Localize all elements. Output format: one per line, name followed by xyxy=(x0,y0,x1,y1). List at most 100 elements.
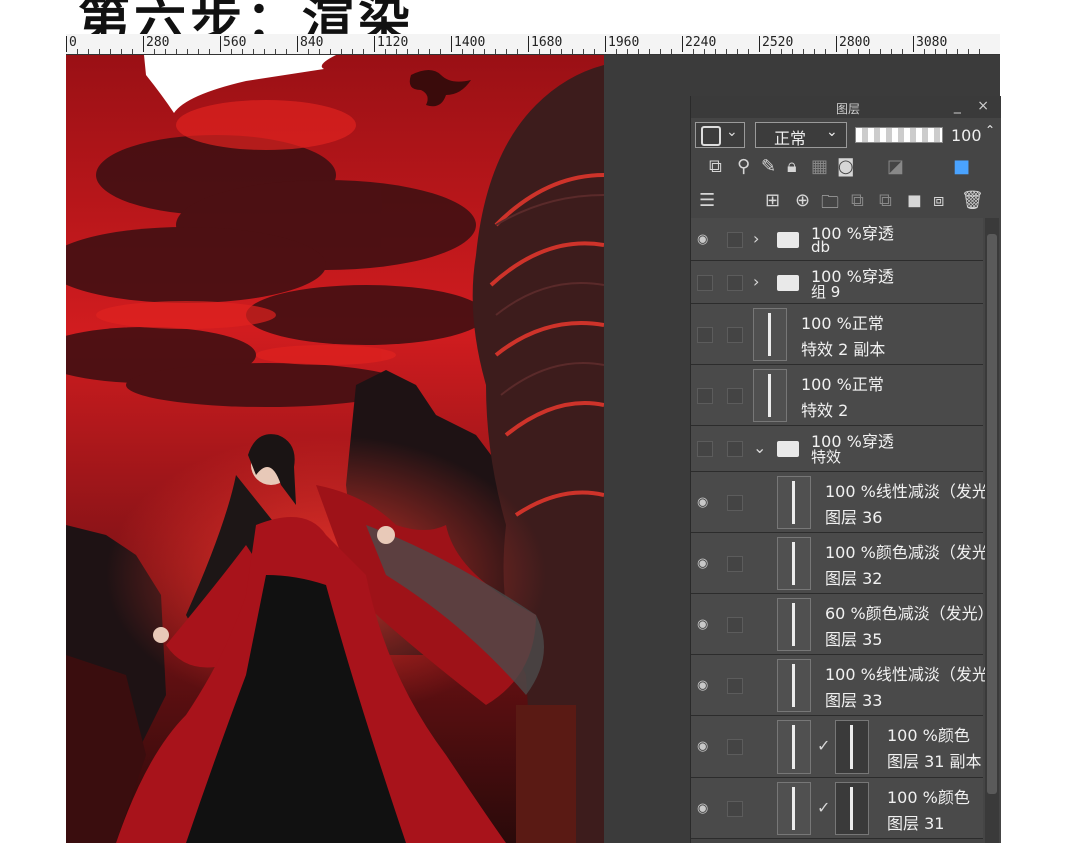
apply-mask-icon[interactable]: ⧈ xyxy=(933,190,944,211)
visibility-toggle-off[interactable] xyxy=(697,274,713,291)
layer-row[interactable]: › 100 %穿透组 9 xyxy=(691,261,983,304)
ruler-minor-tick xyxy=(396,49,397,54)
layer-thumbnail xyxy=(777,720,811,774)
layer-color-select[interactable]: ⌄ xyxy=(695,122,745,148)
ruler-minor-tick xyxy=(121,49,122,54)
layer-opacity-mode: 100 %线性减淡（发光 xyxy=(825,478,988,502)
layer-panel-titlebar[interactable]: 图层 _ × xyxy=(691,96,1001,118)
visibility-toggle-off[interactable] xyxy=(697,326,713,343)
ruler-minor-tick xyxy=(561,49,562,54)
chevron-right-icon[interactable]: › xyxy=(753,272,759,291)
ruler-minor-tick xyxy=(495,49,496,54)
layer-row[interactable]: ◉ 100 %线性减淡（发光 图层 33 xyxy=(691,655,988,716)
layer-thumbnail xyxy=(777,598,811,651)
ruler-minor-tick xyxy=(891,49,892,54)
layer-name: 图层 33 xyxy=(825,691,883,710)
layer-lock-toggle[interactable] xyxy=(727,494,743,511)
layer-thumbnail xyxy=(777,782,811,835)
ruler-minor-tick xyxy=(550,49,551,54)
delete-layer-icon[interactable]: 🗑︎ xyxy=(961,190,984,211)
ruler-minor-tick xyxy=(803,49,804,54)
ruler-minor-tick xyxy=(429,49,430,54)
layer-lock-toggle[interactable] xyxy=(727,441,743,457)
eye-icon[interactable]: ◉ xyxy=(697,232,715,247)
opacity-value: 100 xyxy=(951,126,982,145)
mask-link-check-icon[interactable]: ✓ xyxy=(817,736,830,755)
layer-opacity: 60 xyxy=(825,604,846,623)
layer-lock-toggle[interactable] xyxy=(727,739,743,755)
layer-lock-toggle[interactable] xyxy=(727,555,743,572)
ruler-minor-tick xyxy=(319,49,320,54)
layer-list-scrollbar[interactable] xyxy=(985,218,999,843)
reference-layer-icon[interactable]: ⚲ xyxy=(737,156,750,177)
transfer-down-icon[interactable]: ⧉ xyxy=(851,190,864,211)
layer-color-swatch-icon[interactable]: ■ xyxy=(953,156,970,177)
eye-icon[interactable]: ◉ xyxy=(697,801,715,816)
window-controls[interactable]: _ × xyxy=(954,98,995,114)
layer-name: 特效 2 xyxy=(801,401,849,420)
draft-layer-icon[interactable]: ✎ xyxy=(761,156,776,177)
chevron-down-icon[interactable]: ⌄ xyxy=(753,438,766,457)
layer-row[interactable]: ◉ › 100 %穿透 db xyxy=(691,218,983,261)
layer-lock-toggle[interactable] xyxy=(727,274,743,291)
layer-name: 图层 35 xyxy=(825,630,883,649)
merge-down-icon[interactable]: ⧉ xyxy=(879,190,892,211)
opacity-field[interactable]: 100 ⌃ xyxy=(945,123,997,147)
blend-mode-select[interactable]: 正常 ⌄ xyxy=(755,122,847,148)
layer-row[interactable]: 100 %正常 特效 2 副本 xyxy=(691,304,983,365)
new-folder-icon[interactable]: 🗀 xyxy=(821,190,839,220)
layer-row[interactable]: ⌄ 100 %穿透 特效 xyxy=(691,426,983,472)
palette-color-icon[interactable]: ◪ xyxy=(887,156,904,177)
opacity-slider[interactable] xyxy=(855,127,943,143)
layer-lock-toggle[interactable] xyxy=(727,387,743,404)
artwork-canvas[interactable] xyxy=(66,55,604,843)
layer-lock-toggle[interactable] xyxy=(727,616,743,633)
layer-lock-toggle[interactable] xyxy=(727,231,743,248)
eye-icon[interactable]: ◉ xyxy=(697,678,715,693)
ruler-minor-tick xyxy=(330,49,331,54)
layer-blend-mode: %穿透 xyxy=(846,267,894,286)
layer-lock-toggle[interactable] xyxy=(727,677,743,694)
eye-icon[interactable]: ◉ xyxy=(697,617,715,632)
mask-mode-icon[interactable]: ◙ xyxy=(837,156,854,177)
layer-opacity-mode: 100 %颜色 xyxy=(887,784,970,808)
ruler-minor-tick xyxy=(726,49,727,54)
ruler-minor-tick xyxy=(209,49,210,54)
layer-list-icon[interactable]: ☰ xyxy=(699,190,715,211)
lock-transparency-icon[interactable]: ▦ xyxy=(811,156,828,177)
visibility-toggle-off[interactable] xyxy=(697,387,713,404)
layer-actions-toolbar: ☰ ⊞ ⊕ 🗀 ⧉ ⧉ ◼ ⧈ 🗑︎ xyxy=(691,186,1001,216)
lock-icon[interactable]: 🔒︎ xyxy=(787,156,797,177)
layer-blend-mode: %颜色减淡（发光） xyxy=(850,604,994,623)
layer-opacity-mode: 60 %颜色减淡（发光） xyxy=(825,600,994,624)
layer-row[interactable]: 100 %正常 特效 2 xyxy=(691,365,983,426)
ruler-minor-tick xyxy=(506,49,507,54)
create-mask-icon[interactable]: ◼ xyxy=(907,190,922,211)
layer-lock-toggle[interactable] xyxy=(727,326,743,343)
clip-layer-icon[interactable]: ⧉ xyxy=(709,156,722,177)
ruler-minor-tick xyxy=(693,49,694,54)
new-vector-layer-icon[interactable]: ⊕ xyxy=(795,190,810,211)
layer-row[interactable]: ◉ 100 %颜色减淡（发光 图层 32 xyxy=(691,533,988,594)
layer-row[interactable]: ◉ 100 %线性减淡（发光 图层 36 xyxy=(691,472,988,533)
ruler-minor-tick xyxy=(957,49,958,54)
chevron-right-icon[interactable]: › xyxy=(753,229,759,248)
scrollbar-thumb[interactable] xyxy=(987,234,997,794)
layer-opacity: 100 xyxy=(801,314,832,333)
eye-icon[interactable]: ◉ xyxy=(697,739,715,754)
layer-thumbnail xyxy=(753,369,787,422)
layer-row[interactable]: ◉ ✓ 100 %颜色 图层 31 xyxy=(691,778,983,839)
layer-row[interactable]: ◉ ✓ 100 %颜色 图层 31 副本 xyxy=(691,716,983,778)
visibility-toggle-off[interactable] xyxy=(697,441,713,457)
eye-icon[interactable]: ◉ xyxy=(697,556,715,571)
eye-icon[interactable]: ◉ xyxy=(697,495,715,510)
mask-link-check-icon[interactable]: ✓ xyxy=(817,798,830,817)
layer-thumbnail xyxy=(777,659,811,712)
layer-name: 组 9 xyxy=(811,283,841,301)
layer-lock-toggle[interactable] xyxy=(727,800,743,817)
layer-row[interactable]: ◉ 60 %颜色减淡（发光） 图层 35 xyxy=(691,594,994,655)
layer-blend-mode: %穿透 xyxy=(846,224,894,243)
ruler-minor-tick xyxy=(869,49,870,54)
layer-mask-thumbnail xyxy=(835,720,869,774)
new-raster-layer-icon[interactable]: ⊞ xyxy=(765,190,780,211)
